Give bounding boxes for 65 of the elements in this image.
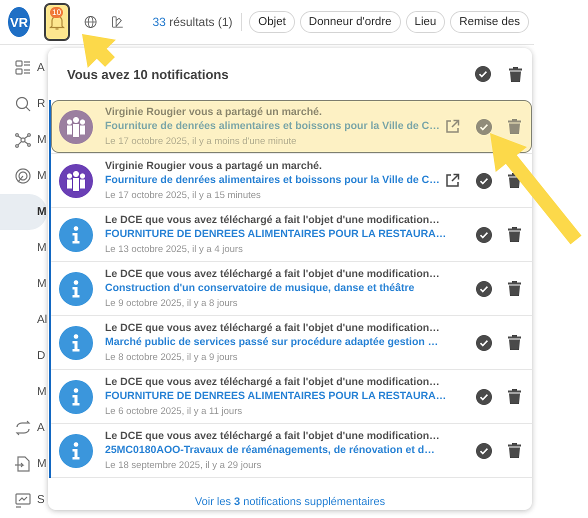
check-icon[interactable] (476, 280, 492, 296)
check-icon[interactable] (476, 118, 492, 134)
notification-date: Le 17 octobre 2025, il y a 15 minutes (105, 190, 262, 201)
sidebar-item[interactable]: M (37, 206, 47, 218)
filter-chip[interactable]: Remise des (450, 11, 530, 33)
delete-all-icon[interactable] (509, 66, 522, 82)
external-link-icon[interactable] (445, 173, 460, 188)
delete-icon[interactable] (508, 335, 521, 350)
notification-title: Virginie Rougier vous a partagé un marché. (105, 160, 323, 172)
sidebar-item[interactable]: M (37, 386, 47, 398)
sidebar-item[interactable]: Al (37, 314, 47, 326)
results-count: 33 résultats (1) (152, 15, 233, 29)
notification-title: Le DCE que vous avez téléchargé a fait l'objet d'une modification… (105, 430, 441, 442)
sidebar-item[interactable]: D (37, 350, 46, 362)
sidebar-item[interactable]: M (37, 278, 47, 290)
delete-icon[interactable] (508, 281, 521, 296)
tender-link[interactable]: Construction d'un conservatoire de musique, danse et théâtre (105, 282, 441, 294)
notification-title: Le DCE que vous avez téléchargé a fait l'objet d'une modification… (105, 268, 441, 280)
notification-count-badge: 10 (50, 7, 64, 18)
pointer-arrow (82, 34, 116, 68)
info-icon (59, 326, 93, 360)
check-icon[interactable] (476, 388, 492, 404)
sidebar-item-highlight[interactable]: M (0, 194, 47, 230)
panel-title: Vous avez 10 notifications (67, 66, 230, 82)
tender-link[interactable]: Fourniture de denrées alimentaires et boissons pour la Ville de C… (105, 174, 441, 186)
delete-icon[interactable] (508, 443, 521, 458)
notification-date: Le 6 octobre 2025, il y a 11 jours (105, 406, 244, 417)
tender-link[interactable]: Marché public de services passé sur procédure adaptée gestion … (105, 336, 441, 348)
notification-date: Le 18 septembre 2025, il y a 29 jours (105, 460, 262, 471)
info-icon (59, 380, 93, 414)
sidebar-item[interactable]: M (37, 170, 47, 182)
user-avatar[interactable]: VR (8, 7, 30, 37)
filter-chip[interactable]: Objet (249, 11, 295, 33)
notification-date: Le 9 octobre 2025, il y a 8 jours (105, 298, 239, 309)
check-icon[interactable] (476, 334, 492, 350)
mark-all-read-icon[interactable] (475, 66, 491, 82)
notification-date: Le 17 octobre 2025, il y a moins d'une minute (105, 136, 298, 147)
sidebar-item[interactable]: M (37, 458, 47, 470)
info-icon (59, 218, 93, 252)
check-icon[interactable] (476, 226, 492, 242)
info-icon (59, 434, 93, 468)
delete-icon[interactable] (508, 389, 521, 404)
check-icon[interactable] (476, 442, 492, 458)
group-avatar-icon (59, 164, 93, 198)
sidebar-item[interactable]: M (37, 134, 47, 146)
info-icon (59, 272, 93, 306)
sidebar-item[interactable]: A (37, 422, 45, 434)
filter-chip[interactable]: Donneur d'ordre (300, 11, 401, 33)
filter-chip[interactable]: Lieu (406, 11, 446, 33)
globe-icon[interactable] (84, 13, 98, 31)
sidebar-item[interactable]: A (37, 62, 45, 74)
check-icon[interactable] (476, 172, 492, 188)
notification-title: Le DCE que vous avez téléchargé a fait l'objet d'une modification… (105, 214, 441, 226)
group-avatar-icon (59, 110, 93, 144)
tender-link[interactable]: 25MC0180AOO-Travaux de réaménagements, de rénovation et d… (105, 444, 441, 456)
more-notifications-link[interactable]: Voir les 3 notifications supplémentaires (194, 496, 386, 508)
notification-title: Virginie Rougier vous a partagé un marché. (105, 106, 323, 118)
notification-title: Le DCE que vous avez téléchargé a fait l'objet d'une modification… (105, 322, 441, 334)
notification-title: Le DCE que vous avez téléchargé a fait l'objet d'une modification… (105, 376, 441, 388)
sidebar-item[interactable]: S (37, 494, 45, 506)
notification-date: Le 13 octobre 2025, il y a 4 jours (105, 244, 244, 255)
notification-date: Le 8 octobre 2025, il y a 9 jours (105, 352, 239, 363)
sidebar-item[interactable]: M (37, 242, 47, 254)
delete-icon[interactable] (508, 227, 521, 242)
sidebar-item[interactable]: R (37, 98, 46, 110)
